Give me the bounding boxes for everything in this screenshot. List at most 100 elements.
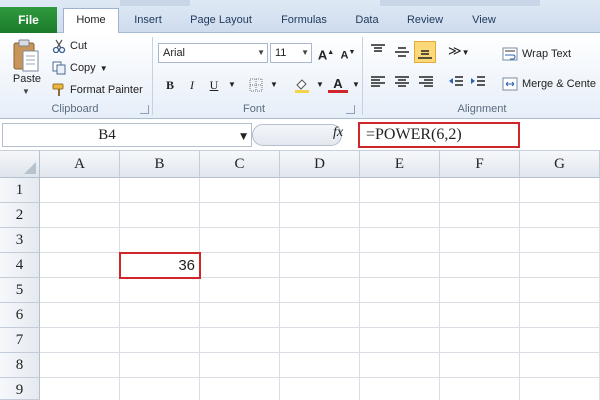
row-header-3[interactable]: 3 [0,228,40,253]
shrink-font-button[interactable]: A▼ [338,43,358,63]
cell-area[interactable] [40,178,600,400]
align-center-icon [395,76,409,87]
title-bar-fragment [380,0,540,6]
name-box[interactable]: B4 ▼ [2,123,252,147]
chevron-down-icon[interactable]: ▼ [462,48,470,57]
font-group-label: Font [242,103,265,115]
tab-page-layout[interactable]: Page Layout [184,9,258,33]
increase-indent-icon [471,76,485,86]
grow-font-button[interactable]: A▲ [316,43,336,63]
clipboard-dialog-launcher-icon[interactable] [140,105,149,114]
format-painter-label: Format Painter [70,84,143,96]
font-color-button[interactable]: A [328,75,348,93]
tab-insert[interactable]: Insert [126,9,170,33]
orientation-button[interactable]: ≫▼ [448,43,470,59]
merge-cells-icon [502,77,518,91]
row-header-9[interactable]: 9 [0,378,40,400]
font-size-combo[interactable]: 11 ▼ [270,43,312,63]
ribbon-home: Paste ▼ Cut Copy ▼ Format Painter Clipbo… [0,33,600,119]
chevron-down-icon[interactable]: ▼ [346,75,366,95]
chevron-down-icon[interactable]: ▼ [22,87,30,96]
borders-button[interactable] [246,75,266,95]
decrease-indent-button[interactable] [448,75,464,92]
font-size-value: 11 [275,47,287,59]
align-bottom-icon [418,50,432,59]
row-header-4[interactable]: 4 [0,253,40,278]
paintbrush-icon [52,83,64,96]
chevron-down-icon[interactable]: ▼ [100,64,108,73]
cell-b4[interactable]: 36 [119,252,201,279]
paste-icon[interactable] [12,39,40,73]
title-bar-fragment [120,0,190,6]
column-header-e[interactable]: E [360,151,440,178]
align-right-button[interactable] [418,75,434,92]
scissors-icon [52,39,66,53]
row-header-8[interactable]: 8 [0,353,40,378]
formula-bar: B4 ▼ fx =POWER(6,2) [0,119,600,151]
column-header-c[interactable]: C [200,151,280,178]
ribbon-tab-bar: File Home Insert Page Layout Formulas Da… [0,0,600,34]
align-top-button[interactable] [370,43,386,60]
row-header-5[interactable]: 5 [0,278,40,303]
format-painter-button[interactable]: Format Painter [52,81,143,99]
formula-bar-controls [252,124,342,146]
row-header-7[interactable]: 7 [0,328,40,353]
group-divider [152,37,153,115]
insert-function-button[interactable]: fx [333,125,343,141]
chevron-down-icon[interactable]: ▼ [301,44,309,62]
tab-view[interactable]: View [465,9,503,33]
column-header-g[interactable]: G [520,151,600,178]
font-name-combo[interactable]: Arial ▼ [158,43,268,63]
formula-input[interactable]: =POWER(6,2) [358,122,520,148]
decrease-indent-icon [449,76,463,86]
align-right-icon [419,76,433,87]
row-header-2[interactable]: 2 [0,203,40,228]
wrap-text-label: Wrap Text [522,48,572,60]
column-header-d[interactable]: D [280,151,360,178]
column-header-b[interactable]: B [120,151,200,178]
italic-button[interactable]: I [182,75,202,95]
tab-data[interactable]: Data [350,9,384,33]
column-header-a[interactable]: A [40,151,120,178]
tab-review[interactable]: Review [400,9,450,33]
underline-button[interactable]: U [204,75,224,95]
cut-label: Cut [70,40,88,52]
chevron-down-icon[interactable]: ▼ [310,75,330,95]
chevron-down-icon[interactable]: ▼ [222,75,242,95]
align-center-button[interactable] [394,75,410,92]
fill-color-button[interactable] [292,75,312,95]
copy-button[interactable]: Copy ▼ [52,59,108,77]
align-left-button[interactable] [370,75,386,92]
font-dialog-launcher-icon[interactable] [346,105,355,114]
align-top-icon [371,44,385,52]
cut-button[interactable]: Cut [52,37,87,55]
wrap-text-button[interactable]: Wrap Text [502,45,571,63]
align-bottom-button[interactable] [414,41,436,63]
chevron-down-icon[interactable]: ▼ [264,75,284,95]
name-box-value: B4 [98,127,116,143]
merge-center-button[interactable]: Merge & Cente [502,75,596,93]
row-header-1[interactable]: 1 [0,178,40,203]
row-header-6[interactable]: 6 [0,303,40,328]
paint-bucket-icon [295,79,309,93]
copy-label: Copy [70,62,96,74]
paste-button-label[interactable]: Paste [10,73,44,85]
chevron-down-icon[interactable]: ▼ [257,44,265,62]
font-name-value: Arial [163,47,186,59]
increase-indent-button[interactable] [470,75,486,92]
tab-file[interactable]: File [0,7,57,33]
worksheet-grid: A B C D E F G 1 2 3 4 5 6 7 8 9 [0,151,600,400]
tab-formulas[interactable]: Formulas [274,9,334,33]
group-divider [362,37,363,115]
merge-center-label: Merge & Cente [522,78,596,90]
tab-home[interactable]: Home [63,8,119,34]
column-header-f[interactable]: F [440,151,520,178]
clipboard-group-label: Clipboard [51,103,99,115]
text-orientation-icon: ≫ [448,43,462,58]
align-left-icon [371,76,385,87]
copy-icon [52,61,66,75]
chevron-down-icon[interactable]: ▼ [240,126,247,148]
align-middle-button[interactable] [394,45,410,62]
select-all-button[interactable] [0,151,40,178]
bold-button[interactable]: B [160,75,180,95]
